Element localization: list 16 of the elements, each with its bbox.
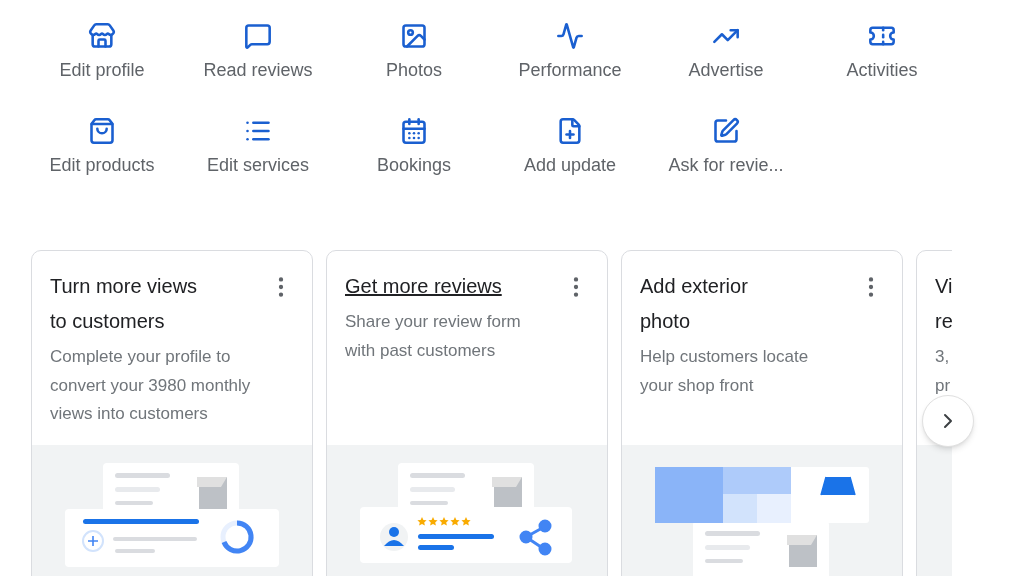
chart-line-icon bbox=[556, 22, 584, 50]
card-description: 3, pr bbox=[935, 346, 951, 397]
card-title: Turn more views to customers bbox=[50, 274, 198, 334]
card-title-link[interactable]: Get more reviews bbox=[345, 269, 502, 304]
store-icon bbox=[88, 22, 116, 50]
calendar-icon bbox=[400, 117, 428, 145]
shopping-bag-icon bbox=[88, 117, 116, 145]
card-description: Help customers locate your shop front bbox=[640, 346, 809, 397]
card-title: Add exterior photo bbox=[640, 274, 748, 334]
pen-square-icon bbox=[712, 117, 740, 145]
note-plus-icon bbox=[556, 117, 584, 145]
chat-bubble-icon bbox=[244, 22, 272, 50]
card-description: Complete your profile to convert your 3980 monthly views into customers bbox=[50, 346, 251, 425]
card-description: Share your review form with past customers bbox=[345, 311, 521, 362]
image-icon bbox=[400, 22, 428, 50]
card-title: Vi re bbox=[935, 274, 952, 334]
